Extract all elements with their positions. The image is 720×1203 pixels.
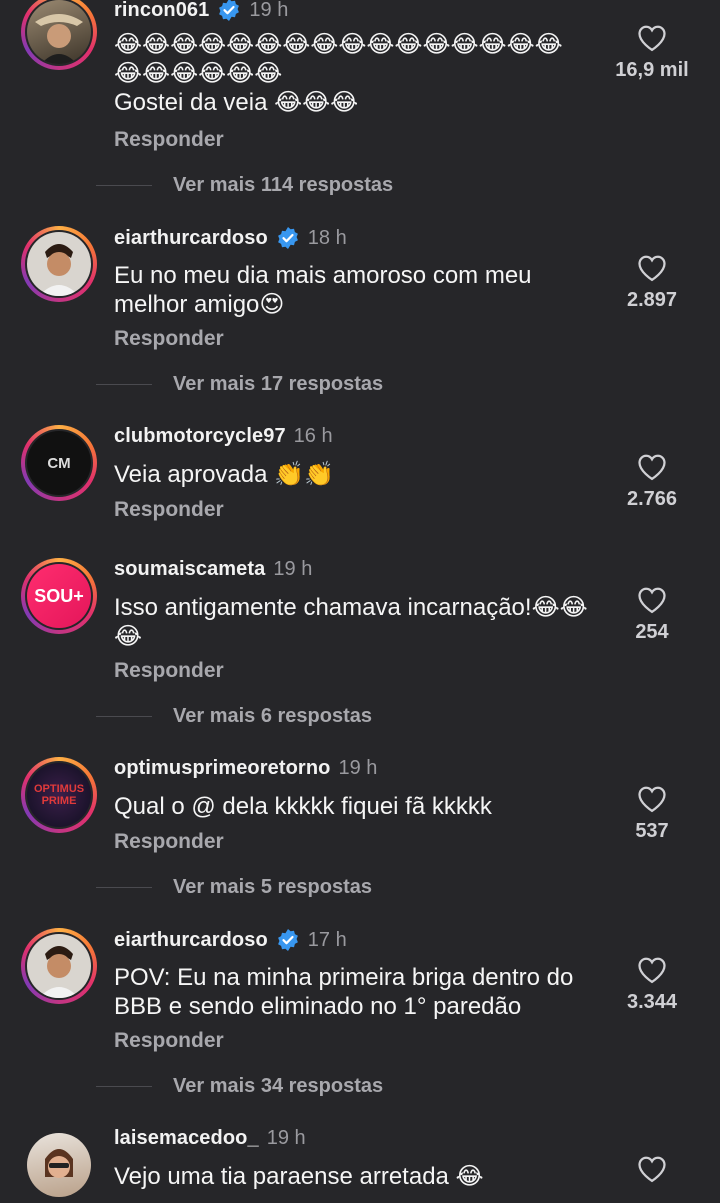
divider-line [96, 185, 152, 186]
comment-text: Eu no meu dia mais amoroso com meu melho… [114, 262, 532, 318]
timestamp: 17 h [307, 928, 347, 951]
like-count: 2.766 [626, 488, 678, 510]
like-count: 537 [635, 820, 669, 842]
view-more-replies-label: Ver mais 34 respostas [173, 1075, 384, 1097]
comment-text: Isso antigamente chamava incarnação!😂😂😂 [114, 594, 588, 650]
timestamp: 19 h [273, 558, 313, 580]
verified-badge-icon [219, 0, 240, 21]
username[interactable]: eiarthurcardoso [114, 227, 268, 250]
reply-button[interactable]: Responder [114, 830, 224, 854]
avatar[interactable] [21, 226, 97, 302]
avatar[interactable] [21, 928, 97, 1004]
heart-icon [638, 454, 666, 481]
view-more-replies-label: Ver mais 17 respostas [173, 373, 384, 395]
like-count: 16,9 mil [615, 59, 689, 81]
heart-icon [638, 957, 666, 984]
avatar-logo-text: CM [47, 454, 71, 472]
view-more-replies[interactable]: Ver mais 5 respostas [96, 876, 372, 899]
view-more-replies-label: Ver mais 114 respostas [173, 174, 394, 196]
view-more-replies[interactable]: Ver mais 17 respostas [96, 373, 383, 396]
avatar[interactable] [21, 1127, 97, 1203]
timestamp: 16 h [293, 425, 333, 447]
like-count: 3.344 [626, 991, 678, 1013]
timestamp: 18 h [307, 226, 347, 249]
reply-button[interactable]: Responder [114, 498, 224, 522]
timestamp: 19 h [266, 1127, 306, 1149]
like-button[interactable]: 2.766 [602, 453, 702, 511]
heart-icon [638, 25, 666, 52]
divider-line [96, 384, 152, 385]
verified-badge-icon [277, 929, 298, 951]
divider-line [96, 716, 152, 717]
like-button[interactable]: 3.344 [602, 956, 702, 1014]
avatar[interactable]: OPTIMUS PRIME [21, 757, 97, 833]
like-button[interactable] [602, 1155, 702, 1183]
comment-text: Qual o @ dela kkkkk fiquei fã kkkkk [114, 793, 492, 820]
reply-button[interactable]: Responder [114, 659, 224, 683]
avatar[interactable]: CM [21, 425, 97, 501]
like-count: 254 [635, 621, 669, 643]
heart-icon [638, 786, 666, 813]
heart-icon [638, 255, 666, 282]
avatar[interactable]: SOU+ [21, 558, 97, 634]
view-more-replies-label: Ver mais 6 respostas [173, 705, 373, 727]
like-count: 2.897 [626, 289, 678, 311]
view-more-replies[interactable]: Ver mais 6 respostas [96, 705, 372, 728]
like-button[interactable]: 537 [602, 785, 702, 843]
view-more-replies[interactable]: Ver mais 114 respostas [96, 174, 393, 197]
view-more-replies-label: Ver mais 5 respostas [173, 876, 373, 898]
timestamp: 19 h [338, 757, 378, 779]
avatar-logo-text: OPTIMUS PRIME [34, 783, 85, 807]
divider-line [96, 1086, 152, 1087]
verified-badge-icon [277, 227, 298, 249]
heart-icon [638, 1156, 666, 1183]
username[interactable]: optimusprimeoretorno [114, 757, 330, 780]
heart-icon [638, 587, 666, 614]
username[interactable]: laisemacedoo_ [114, 1127, 259, 1150]
divider-line [96, 887, 152, 888]
username[interactable]: soumaiscameta [114, 558, 265, 581]
username[interactable]: eiarthurcardoso [114, 929, 268, 952]
like-button[interactable]: 254 [602, 586, 702, 644]
reply-button[interactable]: Responder [114, 1029, 224, 1053]
timestamp: 19 h [249, 0, 289, 21]
username[interactable]: clubmotorcycle97 [114, 425, 286, 448]
comment-text: 😂😂😂😂😂😂😂😂😂😂😂😂😂😂😂😂 😂😂😂😂😂😂 Gostei da veia 😂… [114, 31, 563, 116]
username[interactable]: rincon061 [114, 0, 209, 22]
comment-text: Veia aprovada 👏👏 [114, 461, 334, 488]
avatar[interactable] [21, 0, 97, 70]
like-button[interactable]: 2.897 [602, 254, 702, 312]
like-button[interactable]: 16,9 mil [602, 24, 702, 82]
reply-button[interactable]: Responder [114, 327, 224, 351]
reply-button[interactable]: Responder [114, 128, 224, 152]
comment-text: POV: Eu na minha primeira briga dentro d… [114, 964, 574, 1020]
view-more-replies[interactable]: Ver mais 34 respostas [96, 1075, 383, 1098]
avatar-logo-text: SOU+ [34, 585, 84, 606]
